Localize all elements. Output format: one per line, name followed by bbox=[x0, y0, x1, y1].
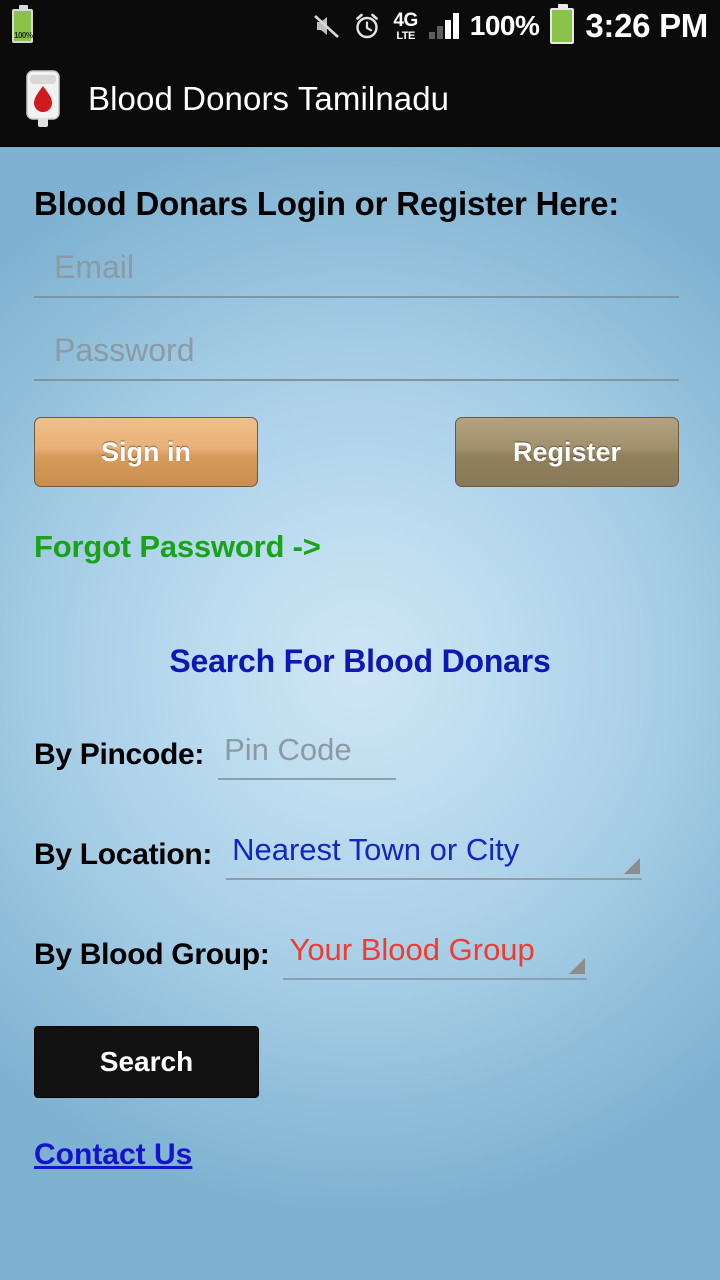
app-bar: Blood Donors Tamilnadu bbox=[0, 52, 720, 147]
battery-charging-icon: 100% bbox=[12, 5, 33, 43]
main-content: Blood Donars Login or Register Here: Sig… bbox=[0, 147, 720, 1280]
chevron-down-icon bbox=[569, 958, 586, 974]
location-label: By Location: bbox=[34, 838, 213, 871]
status-bar: 100% 4G LTE 100% 3:26 PM bbox=[0, 0, 720, 52]
mute-icon bbox=[311, 11, 341, 41]
status-bar-right: 4G LTE 100% 3:26 PM bbox=[311, 4, 708, 45]
sign-in-button[interactable]: Sign in bbox=[34, 417, 258, 487]
email-field-wrapper bbox=[34, 245, 679, 298]
blood-group-spinner-value: Your Blood Group bbox=[289, 932, 535, 967]
network-type-secondary: LTE bbox=[396, 29, 415, 42]
pincode-label: By Pincode: bbox=[34, 738, 205, 771]
blood-group-row: By Blood Group: Your Blood Group bbox=[34, 932, 686, 980]
blood-group-label: By Blood Group: bbox=[34, 938, 270, 971]
pincode-input[interactable] bbox=[218, 732, 397, 780]
pincode-row: By Pincode: bbox=[34, 732, 686, 780]
status-bar-left: 100% bbox=[12, 5, 33, 43]
alarm-clock-icon bbox=[352, 11, 382, 41]
password-field[interactable] bbox=[34, 328, 679, 381]
location-spinner[interactable]: Nearest Town or City bbox=[226, 832, 643, 880]
network-type-icon: 4G LTE bbox=[393, 9, 418, 42]
battery-percent-label: 100% bbox=[469, 10, 540, 41]
location-row: By Location: Nearest Town or City bbox=[34, 832, 686, 880]
battery-small-label: 100% bbox=[14, 31, 33, 40]
network-type-primary: 4G bbox=[393, 9, 418, 31]
login-heading: Blood Donars Login or Register Here: bbox=[34, 185, 620, 222]
search-section-heading: Search For Blood Donars bbox=[169, 643, 551, 679]
password-field-wrapper bbox=[34, 328, 679, 381]
signal-bars-icon bbox=[428, 13, 459, 39]
location-spinner-value: Nearest Town or City bbox=[232, 832, 520, 867]
status-bar-clock: 3:26 PM bbox=[585, 7, 708, 44]
pincode-control bbox=[218, 732, 686, 780]
app-title: Blood Donors Tamilnadu bbox=[88, 80, 450, 117]
app-screen: 100% 4G LTE 100% 3:26 PM Blood Donors Ta… bbox=[0, 0, 720, 1280]
blood-bag-icon bbox=[18, 68, 68, 130]
chevron-down-icon bbox=[624, 858, 641, 874]
forgot-password-link[interactable]: Forgot Password -> bbox=[34, 529, 686, 565]
blood-group-spinner[interactable]: Your Blood Group bbox=[283, 932, 588, 980]
search-button[interactable]: Search bbox=[34, 1026, 259, 1098]
email-field[interactable] bbox=[34, 245, 679, 298]
contact-us-link[interactable]: Contact Us bbox=[34, 1138, 192, 1172]
auth-button-row: Sign in Register bbox=[34, 417, 679, 487]
battery-icon bbox=[550, 4, 575, 44]
register-button[interactable]: Register bbox=[455, 417, 679, 487]
